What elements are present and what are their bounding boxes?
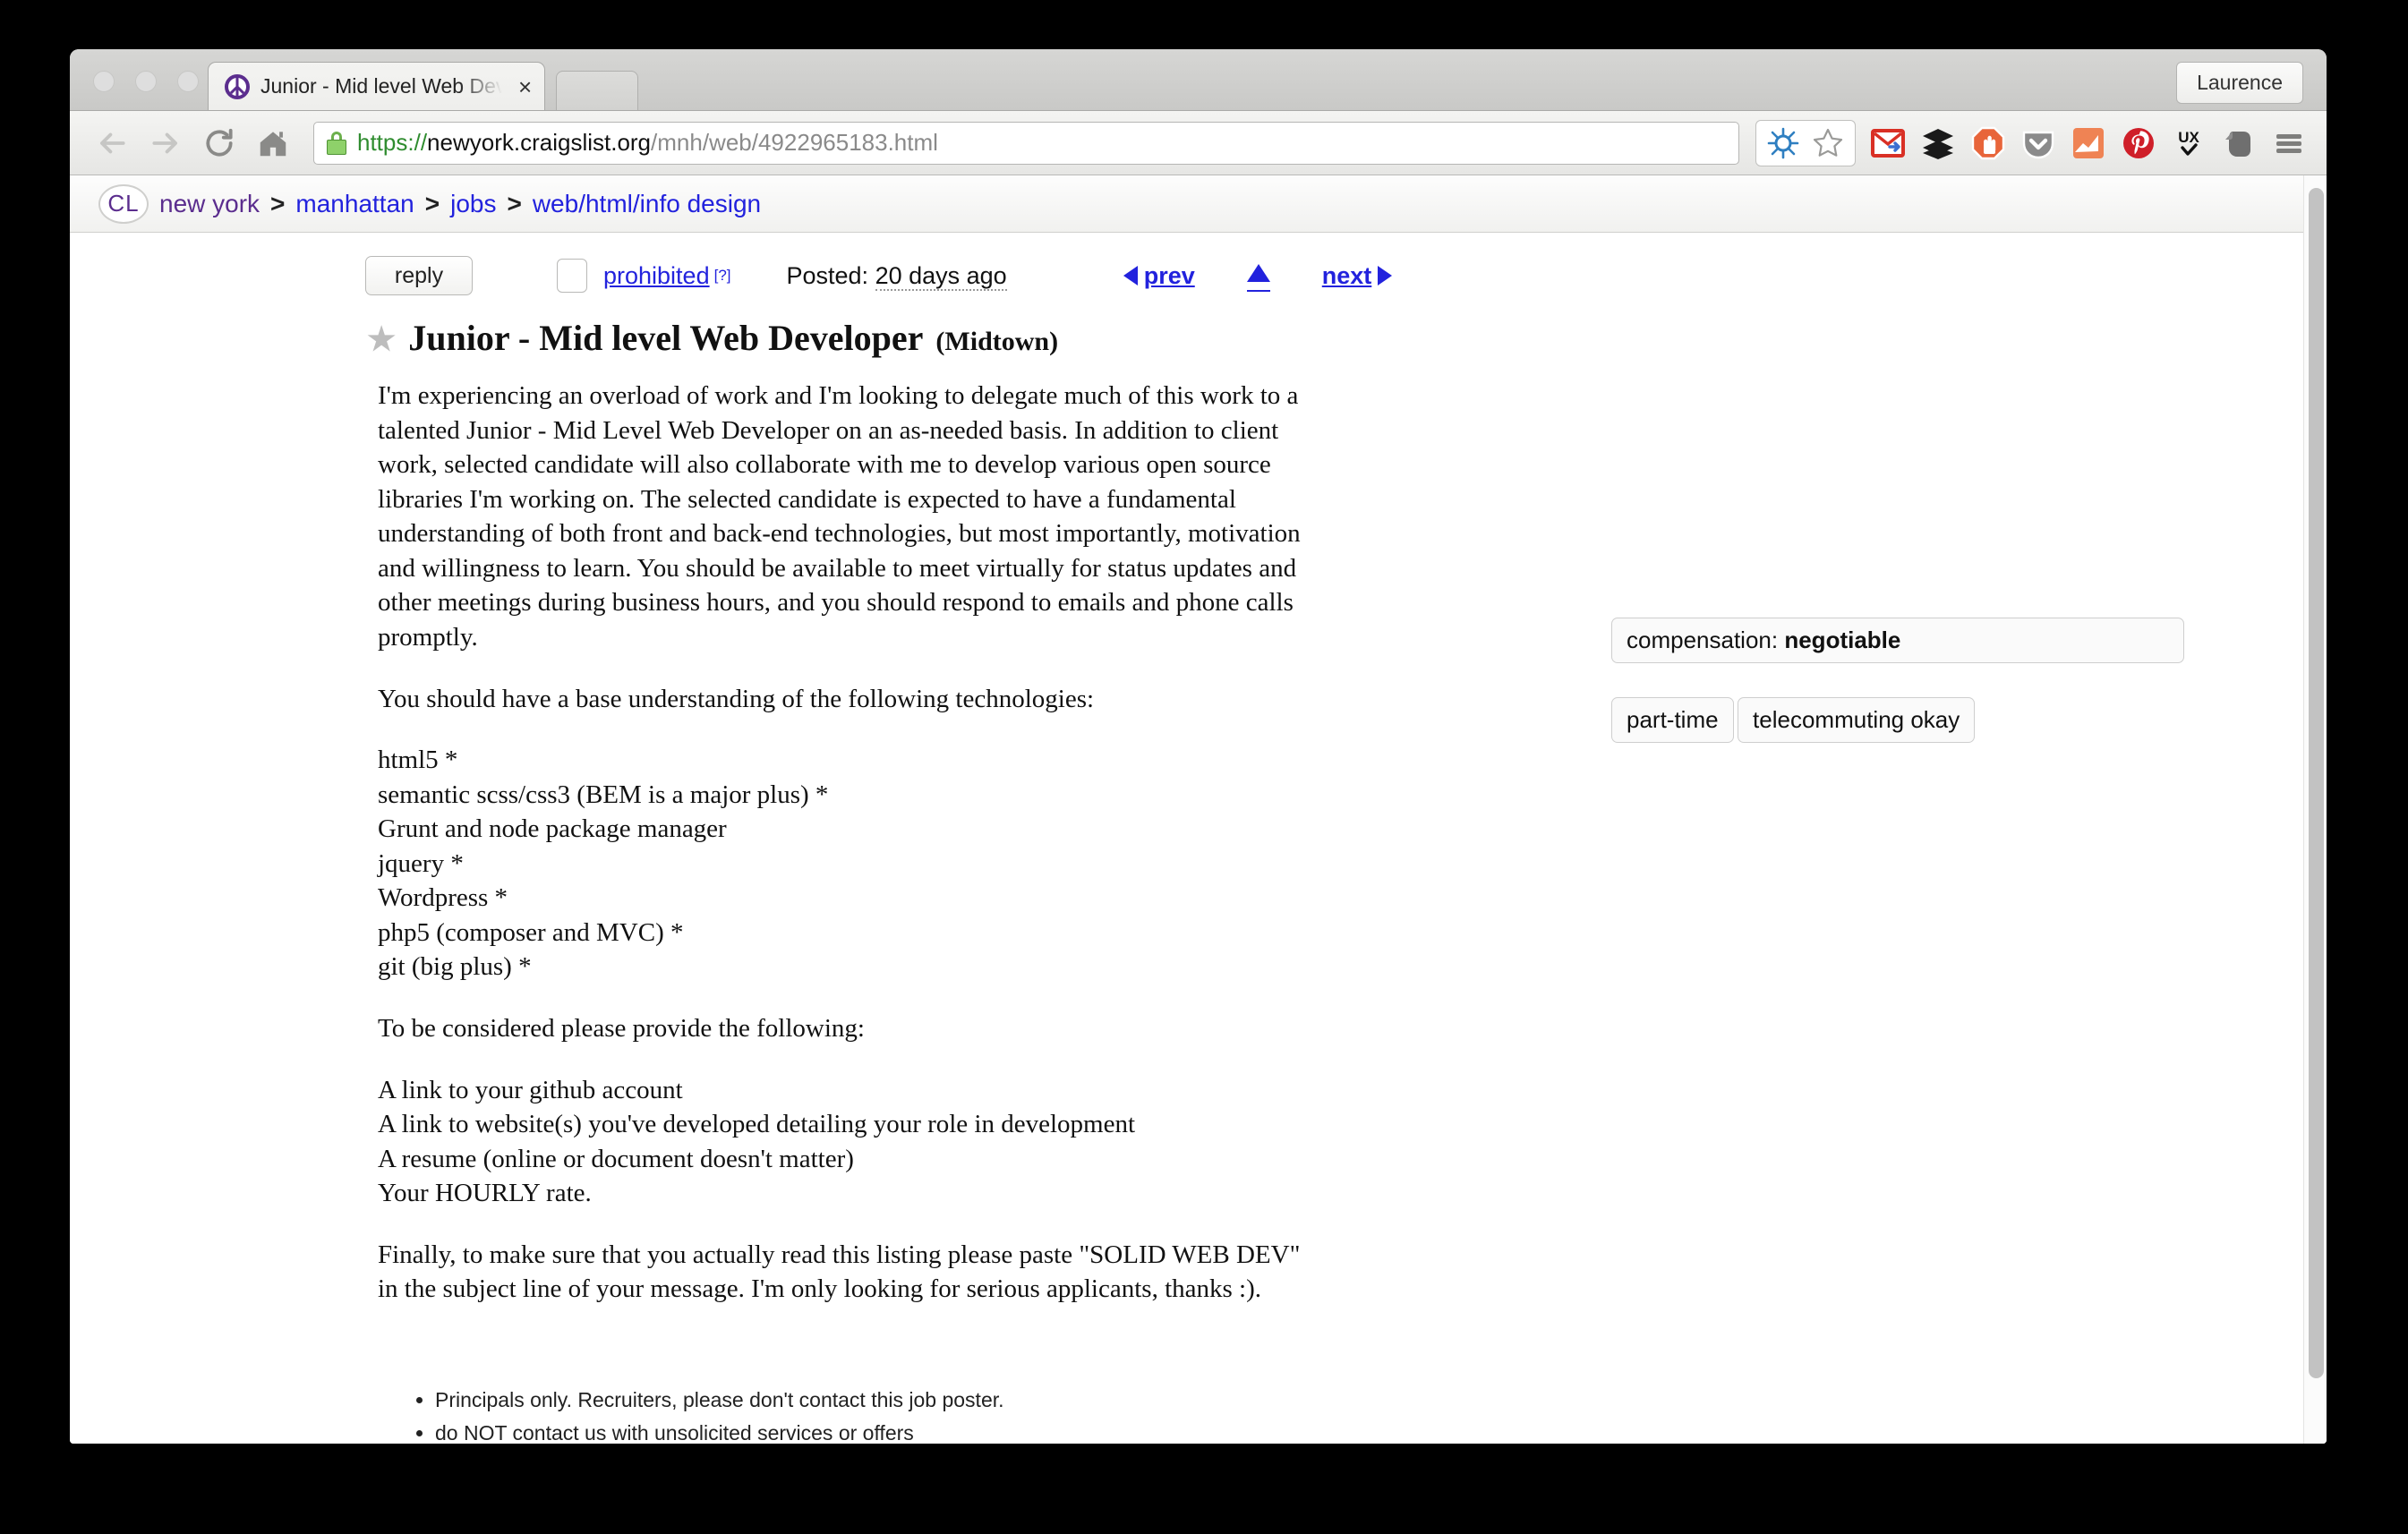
window-controls [93,71,199,92]
prev-label: prev [1143,261,1195,289]
adblock-icon[interactable] [1970,125,2006,161]
breadcrumb-separator: > [270,189,286,217]
attribute-part-time: part-time [1611,697,1734,743]
page-title: ★ Junior - Mid level Web Developer (Midt… [70,295,2327,359]
list-item: git (big plus) * [378,952,532,982]
next-label: next [1321,261,1372,289]
tab-title: Junior - Mid level Web Dev [260,74,502,98]
url-scheme: https:// [357,129,428,156]
browser-window: Junior - Mid level Web Dev × Laurence ht… [70,49,2327,1444]
list-item: Grunt and node package manager [378,814,727,844]
forward-arrow-icon[interactable] [141,119,190,167]
list-item: semantic scss/css3 (BEM is a major plus)… [378,780,829,809]
posted-prefix: Posted: [786,261,869,289]
ux-check-icon[interactable]: UX [2171,125,2207,161]
scrollbar-thumb[interactable] [2309,188,2324,1378]
list-item: A link to website(s) you've developed de… [378,1110,1136,1139]
compensation-value: negotiable [1784,626,1901,653]
compensation-label: compensation: [1627,626,1779,653]
peace-sign-favicon [225,73,250,99]
breadcrumb-item-web-html-info-design[interactable]: web/html/info design [533,190,761,218]
bookmark-group [1755,119,1856,166]
up-link[interactable] [1246,260,1270,292]
pocket-icon[interactable] [2020,125,2056,161]
breadcrumb-item-manhattan[interactable]: manhattan [295,190,414,218]
home-icon[interactable] [249,119,297,167]
close-icon[interactable]: × [513,75,532,98]
chart-icon[interactable] [2071,125,2106,161]
svg-text:UX: UX [2178,129,2199,146]
flag-checkbox[interactable] [557,259,587,293]
help-icon[interactable]: [?] [714,267,731,285]
breadcrumb-separator: > [507,189,522,217]
breadcrumb-item-new-york[interactable]: new york [159,190,260,218]
posting-navigation: prev next [1123,260,1393,292]
list-item: jquery * [378,848,464,878]
back-arrow-icon[interactable] [88,119,136,167]
list-item: php5 (composer and MVC) * [378,917,684,947]
posting-closing: Finally, to make sure that you actually … [378,1240,1301,1304]
list-item: html5 * [378,746,458,775]
url-bar[interactable]: https://newyork.craigslist.org/mnh/web/4… [313,121,1739,165]
browser-toolbar: https://newyork.craigslist.org/mnh/web/4… [70,111,2327,175]
url-text: https://newyork.craigslist.org/mnh/web/4… [357,129,938,157]
posting-toolbar: reply prohibited [?] Posted: 20 days ago… [70,233,2327,295]
tech-list: html5 * semantic scss/css3 (BEM is a maj… [378,743,1323,984]
craigslist-logo[interactable]: CL [98,183,149,224]
list-item: Wordpress * [378,883,508,913]
scrollbar[interactable] [2303,175,2327,1444]
provide-list: A link to your github account A link to … [378,1073,1323,1211]
maximize-window-button[interactable] [177,71,199,92]
posting-notices: Principals only. Recruiters, please don'… [70,1334,2327,1444]
posting-title: Junior - Mid level Web Developer [408,318,924,358]
list-item: A resume (online or document doesn't mat… [378,1144,854,1173]
list-item: Your HOURLY rate. [378,1179,592,1208]
attribute-group: compensation: negotiable part-time telec… [1611,618,2184,754]
chevron-left-icon [1123,266,1138,285]
new-tab-button[interactable] [556,71,639,110]
compensation-attribute: compensation: negotiable [1611,618,2184,663]
breadcrumb: CL new york > manhattan > jobs > web/htm… [70,175,2327,233]
posting-location: (Midtown) [935,327,1059,356]
provide-intro: To be considered please provide the foll… [378,1014,865,1043]
page-viewport: CL new york > manhattan > jobs > web/htm… [70,175,2327,1444]
breadcrumb-separator: > [424,189,440,217]
menu-icon[interactable] [2271,125,2307,161]
chevron-right-icon [1378,266,1393,285]
posted-date: Posted: 20 days ago [786,261,1007,291]
gmail-icon[interactable] [1870,125,1906,161]
posting-body: I'm experiencing an overload of work and… [70,359,1323,1334]
prev-link[interactable]: prev [1123,262,1195,290]
reply-button[interactable]: reply [365,256,473,295]
tag-list: part-time telecommuting okay [1611,697,2184,754]
posting-content: reply prohibited [?] Posted: 20 days ago… [70,233,2327,1444]
list-item: Principals only. Recruiters, please don'… [435,1384,2327,1417]
posting-paragraph-1: I'm experiencing an overload of work and… [378,381,1301,652]
prohibited-link[interactable]: prohibited [603,262,710,290]
bookmark-star-icon[interactable] [1810,125,1846,161]
extension-icons: UX [1755,119,2307,166]
posted-age: 20 days ago [875,261,1007,291]
buffer-icon[interactable] [1920,125,1956,161]
favorite-star-icon[interactable]: ★ [367,320,396,358]
list-item: do NOT contact us with unsolicited servi… [435,1417,2327,1444]
evernote-icon[interactable] [2221,125,2257,161]
close-window-button[interactable] [93,71,115,92]
minimize-window-button[interactable] [135,71,157,92]
attribute-telecommuting: telecommuting okay [1738,697,1976,743]
chevron-up-icon [1246,263,1270,282]
list-item: A link to your github account [378,1075,683,1104]
profile-button[interactable]: Laurence [2176,62,2303,104]
tab-strip: Junior - Mid level Web Dev × Laurence [70,49,2327,111]
breadcrumb-item-jobs[interactable]: jobs [450,190,496,218]
diigo-icon[interactable] [1765,125,1801,161]
url-host: newyork.craigslist.org [427,129,652,156]
pinterest-icon[interactable] [2121,125,2156,161]
next-link[interactable]: next [1322,262,1393,290]
tech-intro: You should have a base understanding of … [378,684,1095,713]
reload-icon[interactable] [195,119,243,167]
secure-lock-icon [327,131,346,155]
browser-tab[interactable]: Junior - Mid level Web Dev × [208,62,546,110]
url-path: /mnh/web/4922965183.html [651,129,938,156]
